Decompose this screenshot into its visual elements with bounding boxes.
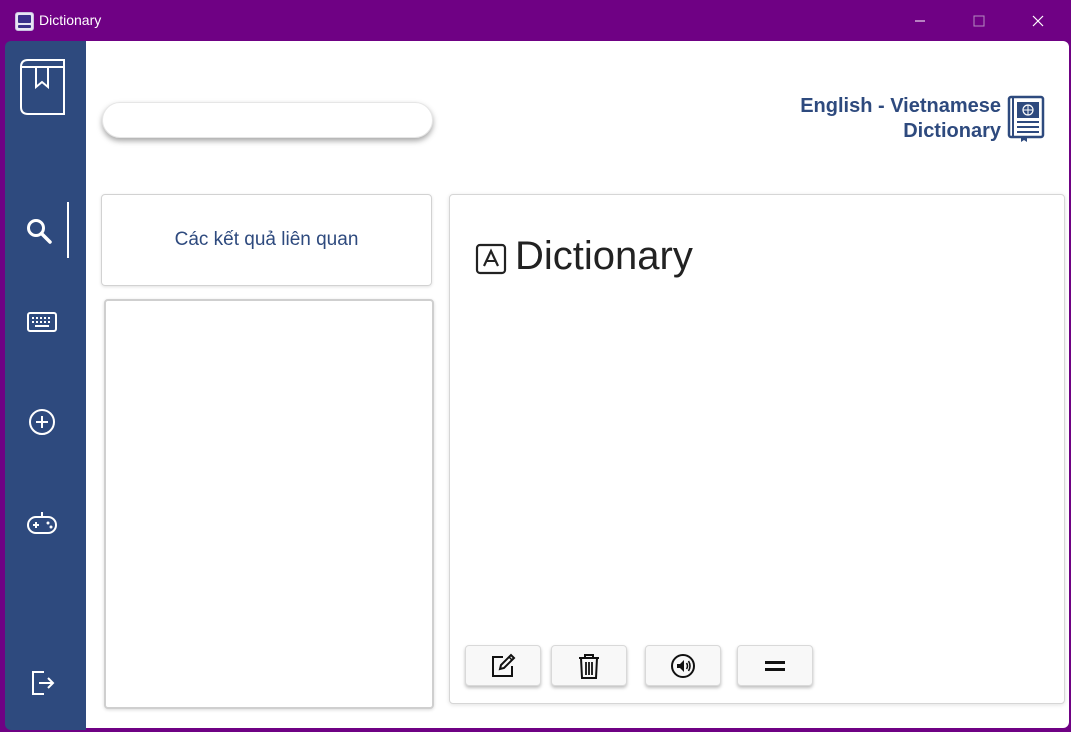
sidebar-item-logout[interactable] — [23, 665, 63, 701]
plus-circle-icon — [29, 409, 55, 435]
brand-title: English - Vietnamese Dictionary — [726, 94, 1001, 144]
minimize-icon — [915, 20, 925, 21]
dictionary-book-icon — [1007, 95, 1045, 142]
related-results-header: Các kết quả liên quan — [101, 194, 432, 286]
sidebar-item-search[interactable] — [19, 211, 59, 251]
menu-button[interactable] — [737, 645, 813, 686]
maximize-button[interactable] — [950, 0, 1008, 41]
bookmark-book-icon — [20, 59, 65, 115]
sidebar — [5, 41, 86, 730]
sidebar-item-add[interactable] — [22, 404, 62, 440]
related-results-list[interactable] — [104, 299, 434, 709]
edit-button[interactable] — [465, 645, 541, 686]
logout-icon — [32, 671, 55, 695]
gamepad-icon — [27, 512, 57, 534]
related-results-label: Các kết quả liên quan — [174, 229, 359, 250]
search-icon — [27, 219, 52, 244]
active-indicator — [67, 202, 69, 258]
maximize-icon — [973, 15, 985, 26]
brand-icon-wrap — [1007, 95, 1045, 147]
brand-line-1: English - Vietnamese — [800, 95, 1001, 117]
close-button[interactable] — [1009, 0, 1067, 41]
letter-a-box-icon — [475, 243, 507, 275]
definition-panel: Dictionary — [449, 194, 1065, 704]
window-title: Dictionary — [39, 12, 102, 28]
brand-line-2: Dictionary — [903, 120, 1001, 142]
app-icon — [15, 12, 34, 31]
app-window: Dictionary English - Vietnamese Dictiona… — [0, 0, 1071, 732]
search-input[interactable] — [102, 102, 433, 138]
sidebar-item-game[interactable] — [22, 505, 62, 541]
main-content: English - Vietnamese Dictionary Các kết … — [86, 41, 1069, 728]
definition-word: Dictionary — [515, 234, 693, 278]
edit-icon — [492, 653, 516, 677]
equals-icon — [765, 660, 785, 671]
speak-button[interactable] — [645, 645, 721, 686]
speaker-icon — [671, 653, 695, 678]
letter-a-icon-wrap — [475, 243, 507, 279]
delete-button[interactable] — [551, 645, 627, 686]
title-bar: Dictionary — [0, 0, 1071, 41]
keyboard-icon — [27, 312, 57, 332]
sidebar-item-keyboard[interactable] — [22, 307, 62, 337]
sidebar-logo[interactable] — [17, 57, 69, 117]
close-icon — [1032, 15, 1044, 26]
trash-icon — [579, 653, 599, 679]
minimize-button[interactable] — [891, 0, 949, 41]
